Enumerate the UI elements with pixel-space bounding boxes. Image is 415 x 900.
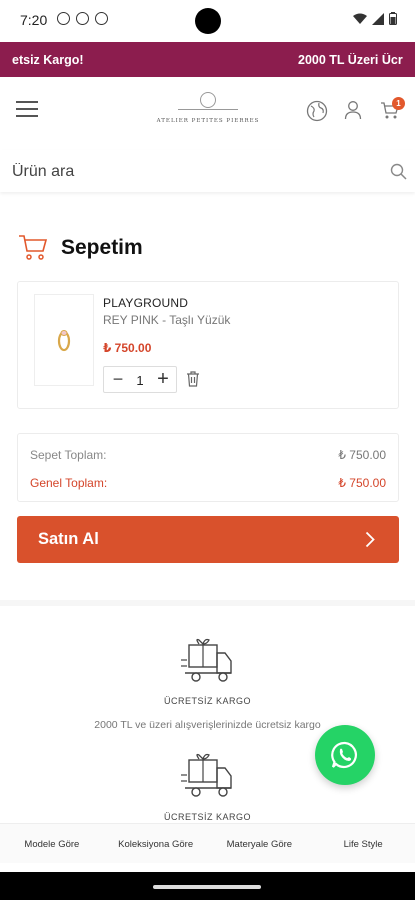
notification-icons bbox=[57, 12, 108, 25]
trash-icon[interactable] bbox=[186, 371, 200, 387]
shipping-title: ÜCRETSİZ KARGO bbox=[163, 812, 251, 822]
page-title: Sepetim bbox=[61, 236, 143, 259]
product-image[interactable] bbox=[34, 294, 94, 386]
nav-by-model[interactable]: Modele Göre bbox=[0, 824, 104, 863]
product-brand: PLAYGROUND bbox=[103, 296, 189, 310]
decrease-quantity-button[interactable]: − bbox=[109, 370, 127, 390]
brand-logo[interactable]: ATELIER PETITES PIERRES bbox=[150, 90, 266, 134]
subtotal-label: Sepet Toplam: bbox=[30, 448, 107, 462]
shipping-info-section: ÜCRETSİZ KARGO 2000 TL ve üzeri alışveri… bbox=[0, 600, 415, 822]
product-price: ₺ 750.00 bbox=[103, 341, 152, 355]
app-header: ATELIER PETITES PIERRES 1 bbox=[0, 77, 415, 147]
logo-crest bbox=[178, 90, 238, 110]
app-notification-icon bbox=[95, 12, 108, 25]
bottom-category-nav: Modele Göre Koleksiyona Göre Materyale G… bbox=[0, 823, 415, 863]
quantity-value: 1 bbox=[136, 373, 144, 388]
checkout-button-label: Satın Al bbox=[38, 530, 99, 548]
shipping-title: ÜCRETSİZ KARGO bbox=[163, 696, 251, 706]
battery-icon bbox=[389, 12, 397, 25]
logo-text: ATELIER PETITES PIERRES bbox=[156, 118, 260, 124]
page-header: Sepetim bbox=[18, 232, 398, 264]
checkout-button[interactable]: Satın Al bbox=[17, 516, 399, 563]
signal-icon bbox=[372, 12, 384, 25]
nav-by-collection[interactable]: Koleksiyona Göre bbox=[104, 824, 208, 863]
system-status-icons bbox=[353, 12, 397, 25]
delivery-truck-icon bbox=[181, 753, 232, 797]
user-icon[interactable] bbox=[344, 100, 362, 120]
status-bar: 7:20 bbox=[0, 0, 415, 42]
nav-life-style[interactable]: Life Style bbox=[311, 824, 415, 863]
status-time: 7:20 bbox=[20, 12, 48, 28]
ring-icon bbox=[57, 330, 71, 352]
nav-by-material[interactable]: Materyale Göre bbox=[208, 824, 312, 863]
promo-banner: etsiz Kargo! 2000 TL Üzeri Ücr bbox=[0, 42, 415, 77]
increase-quantity-button[interactable]: + bbox=[154, 369, 172, 389]
subtotal-value: ₺ 750.00 bbox=[338, 448, 386, 462]
search-input[interactable] bbox=[12, 160, 372, 184]
chevron-right-icon bbox=[365, 531, 375, 548]
wifi-icon bbox=[353, 13, 367, 24]
promo-text: etsiz Kargo! bbox=[12, 53, 84, 67]
camera-cutout bbox=[195, 8, 221, 34]
cart-item: PLAYGROUND REY PINK - Taşlı Yüzük ₺ 750.… bbox=[17, 281, 399, 409]
globe-icon[interactable] bbox=[306, 100, 328, 122]
order-summary: Sepet Toplam: ₺ 750.00 Genel Toplam: ₺ 7… bbox=[17, 433, 399, 502]
cart-count-badge: 1 bbox=[392, 97, 405, 110]
app-notification-icon bbox=[57, 12, 70, 25]
home-indicator[interactable] bbox=[153, 885, 261, 889]
grand-total-label: Genel Toplam: bbox=[30, 476, 108, 490]
shopping-cart-icon bbox=[19, 235, 48, 260]
system-navigation-bar bbox=[0, 872, 415, 900]
search-bar bbox=[0, 150, 415, 192]
search-icon[interactable] bbox=[390, 163, 407, 180]
whatsapp-chat-button[interactable] bbox=[315, 725, 375, 785]
delivery-truck-icon bbox=[181, 638, 232, 682]
product-name[interactable]: REY PINK - Taşlı Yüzük bbox=[103, 313, 230, 327]
whatsapp-icon bbox=[331, 741, 357, 769]
promo-text: 2000 TL Üzeri Ücr bbox=[298, 53, 403, 67]
menu-icon[interactable] bbox=[16, 101, 38, 119]
do-not-disturb-icon bbox=[76, 12, 89, 25]
quantity-stepper: − 1 + bbox=[103, 366, 177, 393]
grand-total-value: ₺ 750.00 bbox=[338, 476, 386, 490]
